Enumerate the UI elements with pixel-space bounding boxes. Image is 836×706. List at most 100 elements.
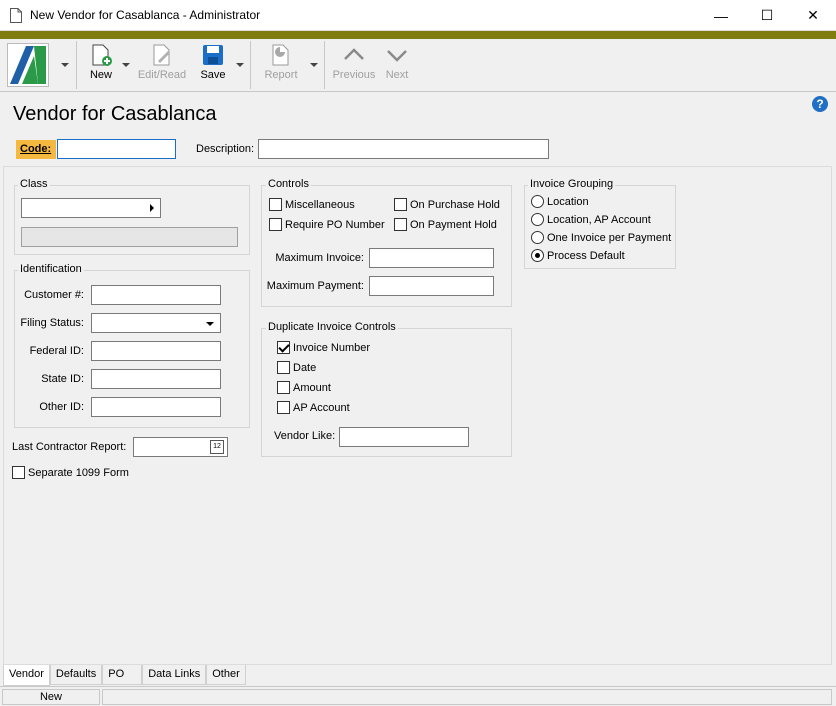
require-po-label: Require PO Number [285, 218, 385, 231]
grouping-one-invoice-radio[interactable]: One Invoice per Payment [531, 231, 671, 244]
chevron-right-icon [150, 204, 154, 212]
report-icon [272, 44, 289, 66]
maximum-payment-input[interactable] [369, 276, 494, 296]
tab-po[interactable]: PO [102, 665, 143, 685]
invoice-number-label: Invoice Number [293, 341, 371, 354]
window-title: New Vendor for Casablanca - Administrato… [30, 8, 261, 22]
miscellaneous-checkbox[interactable]: Miscellaneous [269, 198, 355, 211]
vendor-like-input[interactable] [339, 427, 469, 447]
filing-status-dropdown[interactable] [91, 313, 221, 333]
radio-dot[interactable] [531, 231, 544, 244]
report-dropdown-icon[interactable] [310, 63, 318, 67]
controls-group-label: Controls [266, 178, 311, 190]
new-label: New [89, 69, 112, 81]
edit-icon [153, 44, 170, 66]
chevron-down-icon [387, 50, 407, 62]
grouping-option-label: Location, AP Account [547, 213, 651, 226]
next-button[interactable]: Next [382, 43, 412, 89]
grouping-location-ap-account-radio[interactable]: Location, AP Account [531, 213, 651, 226]
other-id-label: Other ID: [39, 401, 84, 413]
separate-1099-label: Separate 1099 Form [28, 466, 129, 479]
on-payment-hold-checkbox[interactable]: On Payment Hold [394, 218, 497, 231]
edit-read-label: Edit/Read [137, 69, 187, 81]
filing-status-label: Filing Status: [20, 317, 84, 329]
edit-read-button[interactable]: Edit/Read [136, 43, 188, 89]
customer-number-label: Customer #: [24, 289, 84, 301]
radio-dot[interactable] [531, 249, 544, 262]
grouping-option-label: Location [547, 195, 589, 208]
help-icon[interactable]: ? [812, 96, 828, 112]
class-group-label: Class [18, 178, 50, 190]
checkbox-box[interactable] [269, 218, 282, 231]
separate-1099-checkbox[interactable]: Separate 1099 Form [12, 466, 129, 479]
class-dropdown[interactable] [21, 198, 161, 218]
grouping-option-label: Process Default [547, 249, 625, 262]
toolbar: New Edit/Read Save Report Previous Next [0, 39, 836, 92]
report-button[interactable]: Report [260, 43, 302, 89]
code-input[interactable] [57, 139, 176, 159]
state-id-input[interactable] [91, 369, 221, 389]
checkbox-box[interactable] [277, 381, 290, 394]
on-purchase-hold-label: On Purchase Hold [410, 198, 500, 211]
ap-account-checkbox[interactable]: AP Account [277, 401, 350, 414]
save-dropdown-icon[interactable] [236, 63, 244, 67]
checkbox-box[interactable] [394, 218, 407, 231]
radio-dot[interactable] [531, 213, 544, 226]
duplicate-invoice-group-label: Duplicate Invoice Controls [266, 321, 398, 333]
vendor-like-label: Vendor Like: [274, 430, 336, 442]
calendar-icon[interactable]: 12 [210, 440, 224, 454]
checkbox-box[interactable] [277, 341, 290, 354]
tab-strip: Vendor Defaults PO Data Links Other [3, 665, 246, 686]
on-payment-hold-label: On Payment Hold [410, 218, 497, 231]
maximize-button[interactable]: ☐ [744, 0, 790, 31]
save-button[interactable]: Save [198, 43, 228, 89]
checkbox-box[interactable] [394, 198, 407, 211]
last-contractor-report-input[interactable]: 12 [133, 437, 228, 457]
customer-number-input[interactable] [91, 285, 221, 305]
previous-button[interactable]: Previous [330, 43, 378, 89]
close-button[interactable]: ✕ [790, 0, 836, 31]
checkbox-box[interactable] [277, 401, 290, 414]
radio-dot[interactable] [531, 195, 544, 208]
new-dropdown-icon[interactable] [122, 63, 130, 67]
chevron-up-icon [344, 48, 364, 60]
grouping-process-default-radio[interactable]: Process Default [531, 249, 625, 262]
date-label: Date [293, 361, 317, 374]
chevron-down-icon [206, 322, 214, 326]
checkbox-box[interactable] [12, 466, 25, 479]
grouping-location-radio[interactable]: Location [531, 195, 589, 208]
tab-vendor[interactable]: Vendor [3, 665, 50, 686]
amount-checkbox[interactable]: Amount [277, 381, 331, 394]
logo-dropdown-icon[interactable] [61, 63, 69, 67]
description-input[interactable] [258, 139, 549, 159]
checkbox-box[interactable] [269, 198, 282, 211]
status-bar: New [0, 686, 836, 706]
other-id-input[interactable] [91, 397, 221, 417]
toolbar-separator [76, 41, 77, 89]
accent-bar [0, 31, 836, 39]
new-button[interactable]: New [86, 43, 116, 89]
federal-id-input[interactable] [91, 341, 221, 361]
amount-label: Amount [293, 381, 331, 394]
tab-other[interactable]: Other [206, 665, 246, 685]
app-logo-button[interactable] [7, 43, 49, 87]
checkbox-box[interactable] [277, 361, 290, 374]
previous-label: Previous [332, 69, 376, 81]
maximum-invoice-input[interactable] [369, 248, 494, 268]
invoice-grouping-group-label: Invoice Grouping [528, 178, 616, 190]
miscellaneous-label: Miscellaneous [285, 198, 355, 211]
date-checkbox[interactable]: Date [277, 361, 316, 374]
save-label: Save [200, 69, 226, 81]
tab-defaults[interactable]: Defaults [49, 665, 103, 685]
next-label: Next [385, 69, 409, 81]
save-disk-icon [203, 45, 223, 65]
minimize-button[interactable]: — [698, 0, 744, 31]
code-label: Code: [16, 140, 56, 159]
federal-id-label: Federal ID: [29, 345, 84, 357]
require-po-checkbox[interactable]: Require PO Number [269, 218, 385, 231]
description-label: Description: [196, 143, 255, 155]
on-purchase-hold-checkbox[interactable]: On Purchase Hold [394, 198, 500, 211]
tab-data-links[interactable]: Data Links [142, 665, 207, 685]
invoice-number-checkbox[interactable]: Invoice Number [277, 341, 370, 354]
identification-group-label: Identification [18, 263, 84, 275]
